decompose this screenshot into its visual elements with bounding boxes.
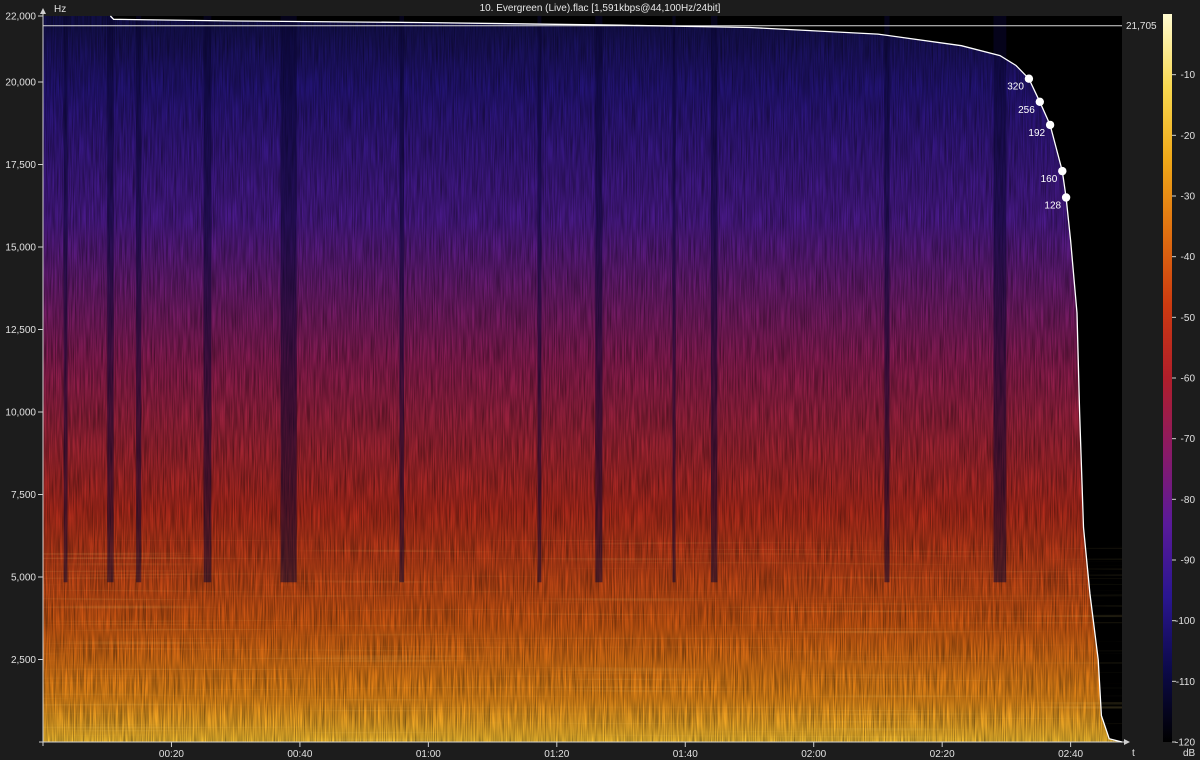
quiet-band — [63, 16, 68, 583]
bitrate-marker-dot — [1024, 74, 1034, 83]
bitrate-marker-dot — [1061, 193, 1071, 202]
y-tick-label: 12,500 — [5, 325, 36, 336]
y-axis-arrow — [40, 8, 46, 14]
colorbar-tick-label: -100 — [1175, 616, 1195, 627]
cutoff-value-label: 21,705 — [1126, 21, 1157, 32]
x-tick-label: 01:40 — [673, 749, 698, 760]
x-tick-label: 01:20 — [544, 749, 569, 760]
y-tick-label: 15,000 — [5, 243, 36, 254]
bitrate-marker-label: 320 — [1007, 82, 1024, 93]
x-axis-arrow — [1124, 739, 1130, 745]
bitrate-marker-dot — [1058, 166, 1067, 176]
x-tick-label: 01:00 — [416, 749, 441, 760]
quiet-band — [711, 16, 718, 583]
y-axis: 2,500 5,000 7,500 10,000 12,500 15,000 17,500 2… — [5, 8, 46, 746]
x-tick-label: 00:40 — [287, 749, 312, 760]
quiet-band — [537, 16, 542, 583]
quiet-band — [399, 16, 404, 583]
x-tick-label: 02:40 — [1058, 749, 1083, 760]
y-tick-label: 2,500 — [11, 655, 36, 666]
colorbar: -10 -20 -30 -40 -50 -60 -70 -80 -90 -100 -110 -120 — [1163, 14, 1195, 749]
colorbar-tick-label: -120 — [1175, 738, 1195, 749]
colorbar-tick-label: -20 — [1181, 131, 1196, 142]
x-tick-label: 02:20 — [930, 749, 955, 760]
y-tick-label: 5,000 — [11, 573, 36, 584]
quiet-band — [203, 16, 212, 583]
quiet-band — [280, 16, 297, 583]
bitrate-marker-label: 128 — [1044, 201, 1061, 212]
quiet-band — [136, 16, 142, 583]
x-tick-label: 00:20 — [159, 749, 184, 760]
y-tick-label: 10,000 — [5, 408, 36, 419]
x-tick-label: 02:00 — [801, 749, 826, 760]
colorbar-ticks: -10 -20 -30 -40 -50 -60 -70 -80 -90 -100 -110 -120 — [1172, 70, 1196, 749]
bitrate-marker-dot — [1035, 97, 1045, 107]
quiet-band — [884, 16, 890, 583]
spectrogram-chart: 2,500 5,000 7,500 10,000 12,500 15,000 17,500 2… — [5, 8, 1195, 760]
colorbar-tick-label: -40 — [1181, 252, 1196, 263]
quiet-band — [672, 16, 676, 583]
bitrate-marker-label: 256 — [1018, 105, 1035, 116]
y-tick-label: 7,500 — [11, 490, 36, 501]
y-tick-label: 22,000 — [5, 12, 36, 23]
bitrate-marker-dot — [1045, 120, 1055, 130]
colorbar-tick-label: -70 — [1181, 434, 1196, 445]
colorbar-tick-label: -60 — [1181, 374, 1196, 385]
bitrate-marker-label: 160 — [1041, 174, 1058, 185]
colorbar-tick-label: -80 — [1181, 495, 1196, 506]
colorbar-tick-label: -50 — [1181, 313, 1196, 324]
quiet-band — [595, 16, 603, 583]
colorbar-tick-label: -30 — [1181, 192, 1196, 203]
bitrate-marker-label: 192 — [1028, 128, 1045, 139]
quiet-band — [107, 16, 114, 583]
y-tick-label: 20,000 — [5, 78, 36, 89]
colorbar-tick-label: -90 — [1181, 556, 1196, 567]
colorbar-tick-label: -10 — [1181, 70, 1196, 81]
colorbar-tick-label: -110 — [1176, 677, 1196, 688]
x-axis: 00:20 00:40 01:00 01:20 01:40 02:00 02:20 02:40 — [39, 739, 1130, 760]
quiet-band — [993, 16, 1007, 583]
y-tick-label: 17,500 — [5, 160, 36, 171]
colorbar-gradient — [1163, 14, 1172, 742]
